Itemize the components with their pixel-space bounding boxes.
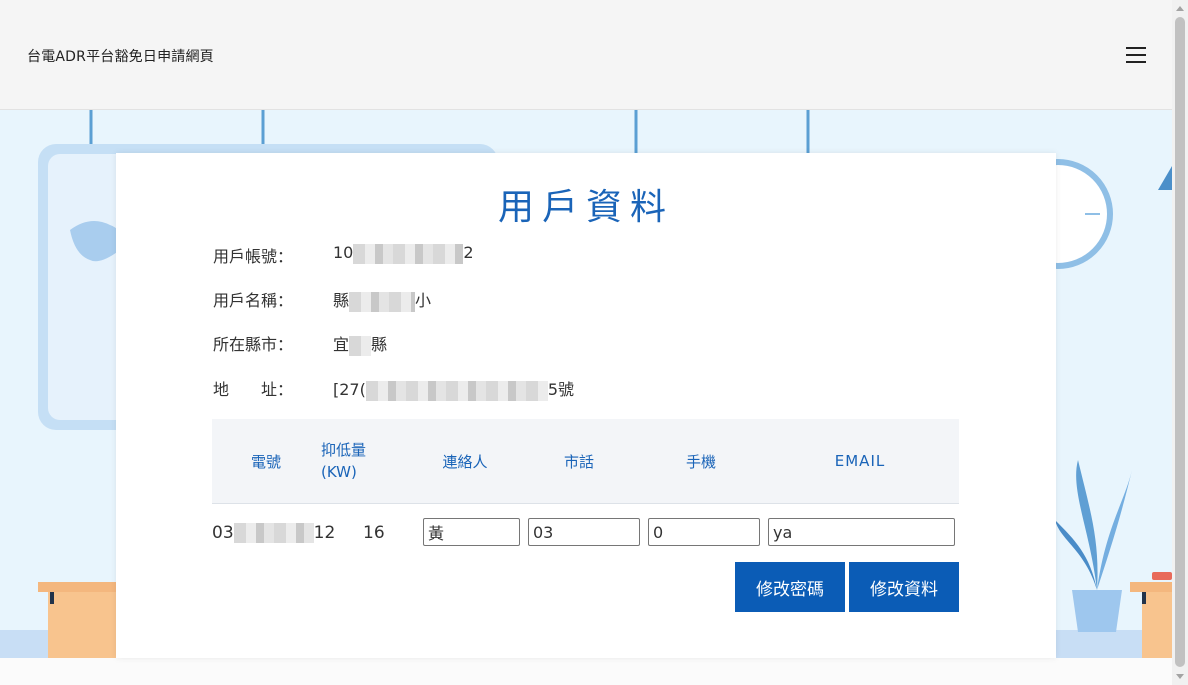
change-password-button[interactable]: 修改密碼 xyxy=(735,562,845,612)
address-label: 地 址： xyxy=(213,380,294,399)
account-value: 10 2 xyxy=(333,243,474,264)
scroll-down-arrow-icon[interactable] xyxy=(1176,674,1184,679)
column-header-mobile: 手機 xyxy=(685,452,716,471)
table-header: 電號 抑低量 (KW) 連絡人 市話 手機 EMAIL xyxy=(212,419,959,504)
column-header-phone: 市話 xyxy=(563,452,594,471)
column-header-email: EMAIL xyxy=(834,452,886,470)
column-header-reduction: 抑低量 (KW) xyxy=(321,441,367,481)
page-title: 用戶資料 xyxy=(497,187,674,228)
redacted-mosaic xyxy=(353,243,464,264)
redacted-mosaic xyxy=(365,380,548,401)
reduction-cell: 16 xyxy=(363,523,385,543)
hamburger-menu-icon[interactable] xyxy=(1124,44,1148,66)
column-header-contact: 連絡人 xyxy=(442,452,488,471)
phone-input[interactable] xyxy=(528,518,640,546)
top-navbar: 台電ADR平台豁免日申請網頁 xyxy=(0,0,1172,110)
county-value: 宜縣 xyxy=(333,335,388,356)
contact-input[interactable] xyxy=(423,518,520,546)
meter-number-cell: 03 12 xyxy=(212,523,336,543)
page-footer-strip xyxy=(0,658,1172,685)
name-value: 縣小 xyxy=(333,291,432,312)
column-header-meter: 電號 xyxy=(250,452,281,471)
vertical-scrollbar[interactable] xyxy=(1172,0,1188,685)
county-label: 所在縣市： xyxy=(213,335,294,354)
redacted-mosaic xyxy=(349,291,416,312)
account-label: 用戶帳號： xyxy=(213,247,294,266)
edit-profile-button[interactable]: 修改資料 xyxy=(849,562,959,612)
scrollbar-thumb[interactable] xyxy=(1175,17,1185,667)
scroll-up-arrow-icon[interactable] xyxy=(1176,6,1184,11)
redacted-mosaic xyxy=(349,335,372,356)
email-input[interactable] xyxy=(768,518,955,546)
address-value: [27(5號 xyxy=(333,380,575,401)
site-title[interactable]: 台電ADR平台豁免日申請網頁 xyxy=(27,46,214,66)
mobile-input[interactable] xyxy=(648,518,760,546)
redacted-mosaic xyxy=(233,523,314,543)
name-label: 用戶名稱： xyxy=(213,291,294,310)
